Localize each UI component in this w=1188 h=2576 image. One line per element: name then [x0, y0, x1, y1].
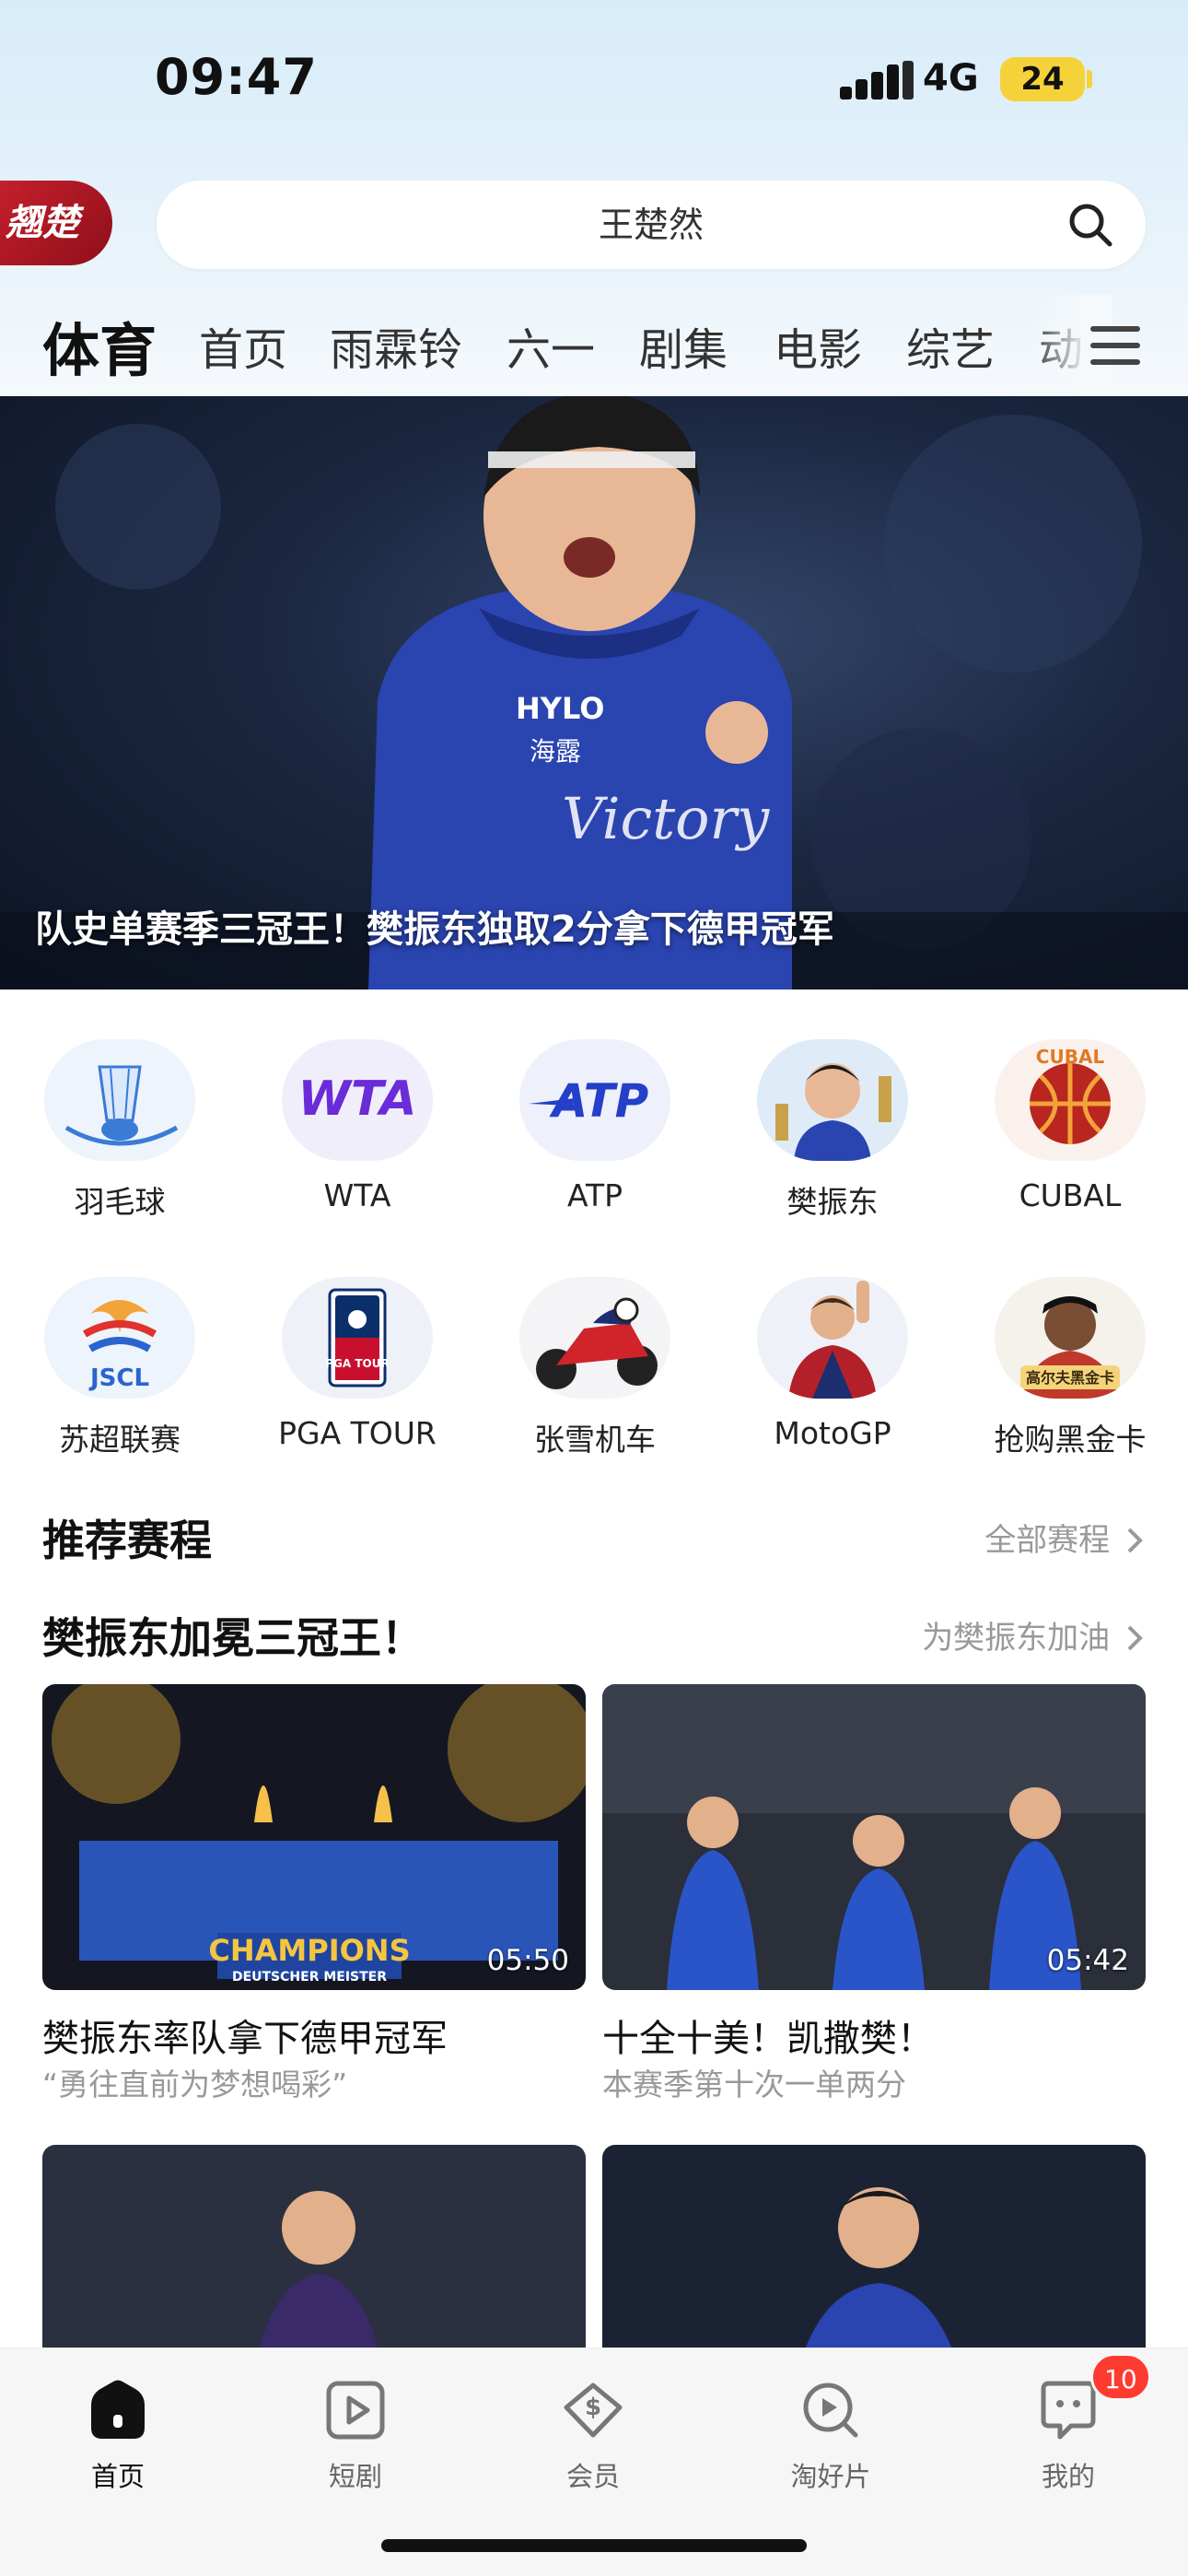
- schedule-section-header: 推荐赛程 全部赛程: [42, 1507, 1146, 1572]
- tab-series[interactable]: 剧集: [639, 313, 728, 378]
- svg-text:高尔夫黑金卡: 高尔夫黑金卡: [1026, 1369, 1114, 1387]
- battery-icon: 24: [1000, 57, 1085, 101]
- video-title[interactable]: 樊振东率队拿下德甲冠军: [42, 2008, 448, 2062]
- video-duration: 05:42: [1046, 1944, 1129, 1977]
- nav-short-drama[interactable]: 短剧: [273, 2376, 438, 2494]
- home-indicator: [381, 2539, 807, 2552]
- svg-text:WTA: WTA: [297, 1071, 416, 1127]
- vip-diamond-icon: $: [564, 2383, 623, 2438]
- svg-text:海露: 海露: [530, 736, 581, 767]
- search-icon[interactable]: [1066, 201, 1114, 249]
- channel-tabs: 体育 首页 雨霖铃 六一 剧集 电影 综艺 动: [0, 295, 1188, 396]
- video-title[interactable]: 十全十美！凯撒樊！: [602, 2008, 934, 2062]
- svg-text:$: $: [585, 2394, 601, 2421]
- video-thumbnail[interactable]: 05:42: [602, 1684, 1146, 1990]
- nav-vip[interactable]: $ 会员: [510, 2376, 676, 2494]
- tab-home[interactable]: 首页: [199, 313, 287, 378]
- network-type: 4G: [923, 57, 979, 100]
- all-schedule-link[interactable]: 全部赛程: [984, 1515, 1146, 1560]
- svg-text:ATP: ATP: [549, 1074, 649, 1128]
- nav-discover[interactable]: 淘好片: [748, 2376, 914, 2494]
- tab-sports[interactable]: 体育: [42, 304, 157, 387]
- motogp-rider-avatar: [788, 1281, 877, 1399]
- hero-caption: 队史单赛季三冠王！樊振东独取2分拿下德甲冠军: [35, 908, 834, 951]
- svg-text:HYLO: HYLO: [516, 691, 604, 726]
- schedule-title: 推荐赛程: [42, 1516, 212, 1565]
- svg-text:CHAMPIONS: CHAMPIONS: [208, 1933, 410, 1968]
- tab-june-first[interactable]: 六一: [507, 313, 595, 378]
- featured-section-header: 樊振东加冕三冠王！ 为樊振东加油: [42, 1605, 1146, 1669]
- video-subtitle: 本赛季第十次一单两分: [602, 2067, 906, 2102]
- tab-yulinling[interactable]: 雨霖铃: [330, 313, 462, 378]
- discover-icon: [803, 2383, 858, 2438]
- motorbike-icon: [536, 1297, 658, 1389]
- player-avatar: [757, 1039, 908, 1161]
- svg-text:Victory: Victory: [562, 785, 770, 852]
- featured-title: 樊振东加冕三冠王！: [42, 1613, 424, 1663]
- video-thumbnail[interactable]: CHAMPIONS DEUTSCHER MEISTER 05:50: [42, 1684, 586, 1990]
- chevron-right-icon: [1127, 1625, 1143, 1651]
- channel-menu-icon[interactable]: [1090, 322, 1140, 369]
- play-icon: [326, 2381, 385, 2440]
- golf-card-avatar: 高尔夫黑金卡: [1020, 1296, 1120, 1399]
- brand-logo[interactable]: 翘楚: [0, 181, 112, 265]
- jscl-logo: JSCL: [82, 1300, 157, 1392]
- chevron-right-icon: [1127, 1528, 1143, 1553]
- nav-home[interactable]: 首页: [35, 2376, 201, 2494]
- home-icon: [91, 2380, 145, 2439]
- atp-logo: ATP: [529, 1074, 649, 1128]
- svg-text:PGA TOUR: PGA TOUR: [325, 1357, 389, 1370]
- status-time: 09:47: [155, 48, 318, 106]
- search-input[interactable]: 王楚然: [157, 181, 1146, 269]
- wta-logo: WTA: [297, 1071, 416, 1127]
- cheer-link[interactable]: 为樊振东加油: [922, 1612, 1146, 1657]
- cubal-logo: CUBAL: [1030, 1046, 1111, 1144]
- svg-text:DEUTSCHER MEISTER: DEUTSCHER MEISTER: [232, 1970, 387, 1985]
- tab-movies[interactable]: 电影: [774, 313, 862, 378]
- video-duration: 05:50: [486, 1944, 569, 1977]
- svg-text:CUBAL: CUBAL: [1036, 1046, 1105, 1068]
- video-subtitle: “勇往直前为梦想喝彩”: [42, 2067, 348, 2102]
- notification-badge: 10: [1090, 2353, 1151, 2401]
- battery-tip: [1087, 70, 1092, 88]
- tab-variety[interactable]: 综艺: [906, 313, 995, 378]
- status-bar: 09:47 4G 24: [0, 0, 1188, 166]
- svg-text:JSCL: JSCL: [88, 1364, 149, 1392]
- search-bar[interactable]: 王楚然: [157, 181, 1146, 269]
- signal-icon: [840, 61, 915, 100]
- shuttlecock-icon: [64, 1065, 179, 1146]
- pga-tour-logo: PGA TOUR: [325, 1288, 390, 1388]
